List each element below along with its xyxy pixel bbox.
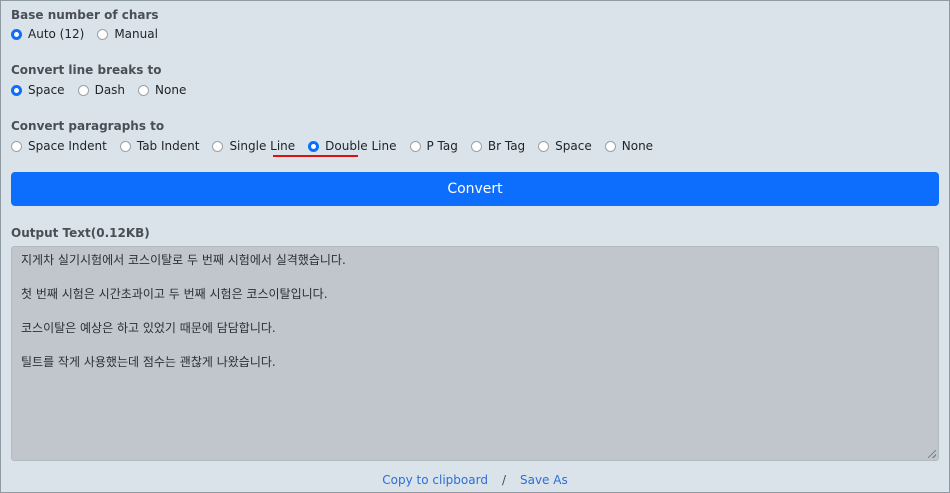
- output-line: 지게차 실기시험에서 코스이탈로 두 번째 시험에서 실격했습니다.: [21, 253, 346, 267]
- radio-para-tab-indent[interactable]: Tab Indent: [119, 139, 200, 153]
- radio-para-space-indent[interactable]: Space Indent: [11, 139, 107, 153]
- radio-linebreak-none[interactable]: None: [138, 83, 186, 97]
- radio-para-p-tag-label: P Tag: [426, 139, 458, 153]
- radio-linebreak-space-label: Space: [28, 83, 65, 97]
- radio-manual[interactable]: Manual: [97, 27, 158, 41]
- radio-para-double-line[interactable]: Double Line: [308, 139, 397, 153]
- footer-separator: /: [501, 473, 506, 487]
- radio-para-p-tag-indicator[interactable]: [409, 140, 421, 152]
- radio-para-br-tag-indicator[interactable]: [470, 140, 482, 152]
- radio-para-none[interactable]: None: [604, 139, 654, 153]
- radio-para-none-indicator[interactable]: [604, 140, 616, 152]
- radio-linebreak-space[interactable]: Space: [11, 83, 65, 97]
- output-textarea[interactable]: 지게차 실기시험에서 코스이탈로 두 번째 시험에서 실격했습니다. 첫 번째 …: [11, 246, 939, 461]
- radio-linebreak-space-indicator[interactable]: [11, 84, 22, 96]
- save-as-link[interactable]: Save As: [520, 473, 568, 487]
- radio-para-none-label: None: [621, 139, 654, 153]
- radio-para-single-line-indicator[interactable]: [212, 140, 224, 152]
- radio-para-space[interactable]: Space: [538, 139, 592, 153]
- base-chars-radio-group: Auto (12) Manual: [11, 27, 171, 41]
- radio-para-br-tag[interactable]: Br Tag: [470, 139, 526, 153]
- double-line-highlight-underline: [273, 155, 358, 157]
- radio-linebreak-dash-indicator[interactable]: [77, 84, 89, 96]
- radio-auto[interactable]: Auto (12): [11, 27, 84, 41]
- radio-para-tab-indent-indicator[interactable]: [119, 140, 131, 152]
- radio-manual-label: Manual: [114, 27, 158, 41]
- base-chars-label: Base number of chars: [11, 8, 159, 22]
- radio-para-double-line-indicator[interactable]: [308, 140, 320, 152]
- radio-auto-indicator[interactable]: [11, 28, 22, 40]
- radio-para-double-line-label: Double Line: [325, 139, 397, 153]
- radio-para-tab-indent-label: Tab Indent: [136, 139, 200, 153]
- line-breaks-radio-group: Space Dash None: [11, 83, 199, 97]
- radio-para-space-indicator[interactable]: [538, 140, 550, 152]
- radio-linebreak-dash-label: Dash: [94, 83, 126, 97]
- line-breaks-label: Convert line breaks to: [11, 63, 162, 77]
- radio-para-p-tag[interactable]: P Tag: [409, 139, 458, 153]
- radio-manual-indicator[interactable]: [97, 28, 109, 40]
- footer-links: Copy to clipboard / Save As: [1, 473, 949, 487]
- paragraphs-radio-group: Space Indent Tab Indent Single Line Doub…: [11, 139, 666, 153]
- output-line: 틸트를 작게 사용했는데 점수는 괜찮게 나왔습니다.: [21, 355, 276, 369]
- radio-linebreak-dash[interactable]: Dash: [77, 83, 126, 97]
- radio-para-space-label: Space: [555, 139, 592, 153]
- radio-para-space-indent-indicator[interactable]: [11, 140, 22, 152]
- radio-linebreak-none-indicator[interactable]: [138, 84, 150, 96]
- resize-handle-icon[interactable]: [928, 450, 936, 458]
- radio-para-single-line[interactable]: Single Line: [212, 139, 295, 153]
- radio-para-br-tag-label: Br Tag: [487, 139, 526, 153]
- output-line: 코스이탈은 예상은 하고 있었기 때문에 담담합니다.: [21, 321, 276, 335]
- output-line: 첫 번째 시험은 시간초과이고 두 번째 시험은 코스이탈입니다.: [21, 287, 328, 301]
- radio-para-single-line-label: Single Line: [229, 139, 296, 153]
- convert-button[interactable]: Convert: [11, 172, 939, 206]
- radio-auto-label: Auto (12): [28, 27, 85, 41]
- radio-para-space-indent-label: Space Indent: [28, 139, 107, 153]
- output-text-label: Output Text(0.12KB): [11, 226, 150, 240]
- radio-linebreak-none-label: None: [155, 83, 187, 97]
- copy-to-clipboard-link[interactable]: Copy to clipboard: [382, 473, 488, 487]
- paragraphs-label: Convert paragraphs to: [11, 119, 165, 133]
